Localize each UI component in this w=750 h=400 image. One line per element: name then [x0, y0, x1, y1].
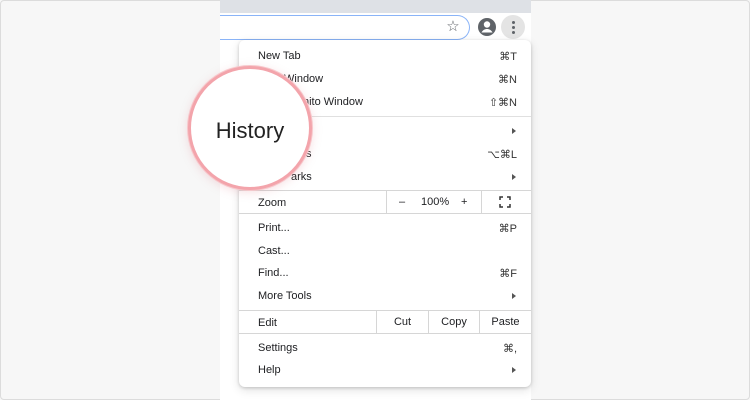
- menu-item-cast[interactable]: Cast...: [239, 240, 531, 262]
- menu-item-shortcut: ⇧⌘N: [488, 97, 517, 109]
- menu-item-more-tools[interactable]: More Tools: [239, 285, 531, 307]
- cut-button[interactable]: Cut: [376, 311, 428, 333]
- menu-item-print[interactable]: Print... ⌘P: [239, 217, 531, 239]
- menu-item-shortcut: ⌘F: [499, 268, 517, 280]
- tab-strip: [220, 0, 531, 13]
- edit-label: Edit: [258, 317, 277, 329]
- menu-item-label: arks: [291, 171, 312, 183]
- menu-kebab-button[interactable]: [501, 15, 525, 39]
- menu-item-shortcut: ⌘P: [498, 223, 517, 235]
- menu-item-label: Print...: [258, 222, 290, 234]
- zoom-level: 100%: [421, 196, 450, 208]
- submenu-arrow-icon: [512, 367, 516, 373]
- edit-row: Edit Cut Copy Paste: [239, 310, 531, 334]
- menu-item-shortcut: ⌥⌘L: [487, 149, 517, 161]
- profile-avatar-icon[interactable]: [477, 17, 497, 37]
- menu-item-label: nito Window: [303, 96, 363, 108]
- fullscreen-icon[interactable]: [499, 196, 511, 208]
- zoom-row: Zoom – 100% +: [239, 190, 531, 214]
- zoom-label: Zoom: [258, 197, 287, 209]
- browser-toolbar: ☆: [220, 13, 531, 43]
- menu-item-label: Settings: [258, 342, 298, 354]
- zoom-in-button[interactable]: +: [461, 196, 467, 208]
- copy-button[interactable]: Copy: [428, 311, 479, 333]
- menu-item-find[interactable]: Find... ⌘F: [239, 262, 531, 284]
- menu-item-label: Help: [258, 364, 281, 376]
- submenu-arrow-icon: [512, 293, 516, 299]
- menu-item-new-tab[interactable]: New Tab ⌘T: [239, 45, 531, 67]
- menu-item-help[interactable]: Help: [239, 359, 531, 381]
- zoom-out-button[interactable]: –: [399, 196, 405, 208]
- menu-item-shortcut: ⌘,: [502, 343, 517, 355]
- menu-item-label: More Tools: [258, 290, 312, 302]
- menu-item-label: New Tab: [258, 50, 301, 62]
- zoom-controls: – 100% +: [386, 191, 482, 213]
- menu-item-shortcut: ⌘N: [498, 74, 517, 86]
- submenu-arrow-icon: [512, 174, 516, 180]
- menu-item-settings[interactable]: Settings ⌘,: [239, 337, 531, 359]
- address-bar[interactable]: ☆: [220, 15, 470, 40]
- bookmark-star-icon[interactable]: ☆: [445, 19, 461, 35]
- menu-item-label: Find...: [258, 267, 289, 279]
- menu-item-shortcut: ⌘T: [499, 51, 517, 63]
- submenu-arrow-icon: [512, 128, 516, 134]
- magnified-history-label: History: [215, 118, 285, 143]
- paste-button[interactable]: Paste: [479, 311, 531, 333]
- magnifier-callout: History: [188, 66, 312, 190]
- menu-item-label: Cast...: [258, 245, 290, 257]
